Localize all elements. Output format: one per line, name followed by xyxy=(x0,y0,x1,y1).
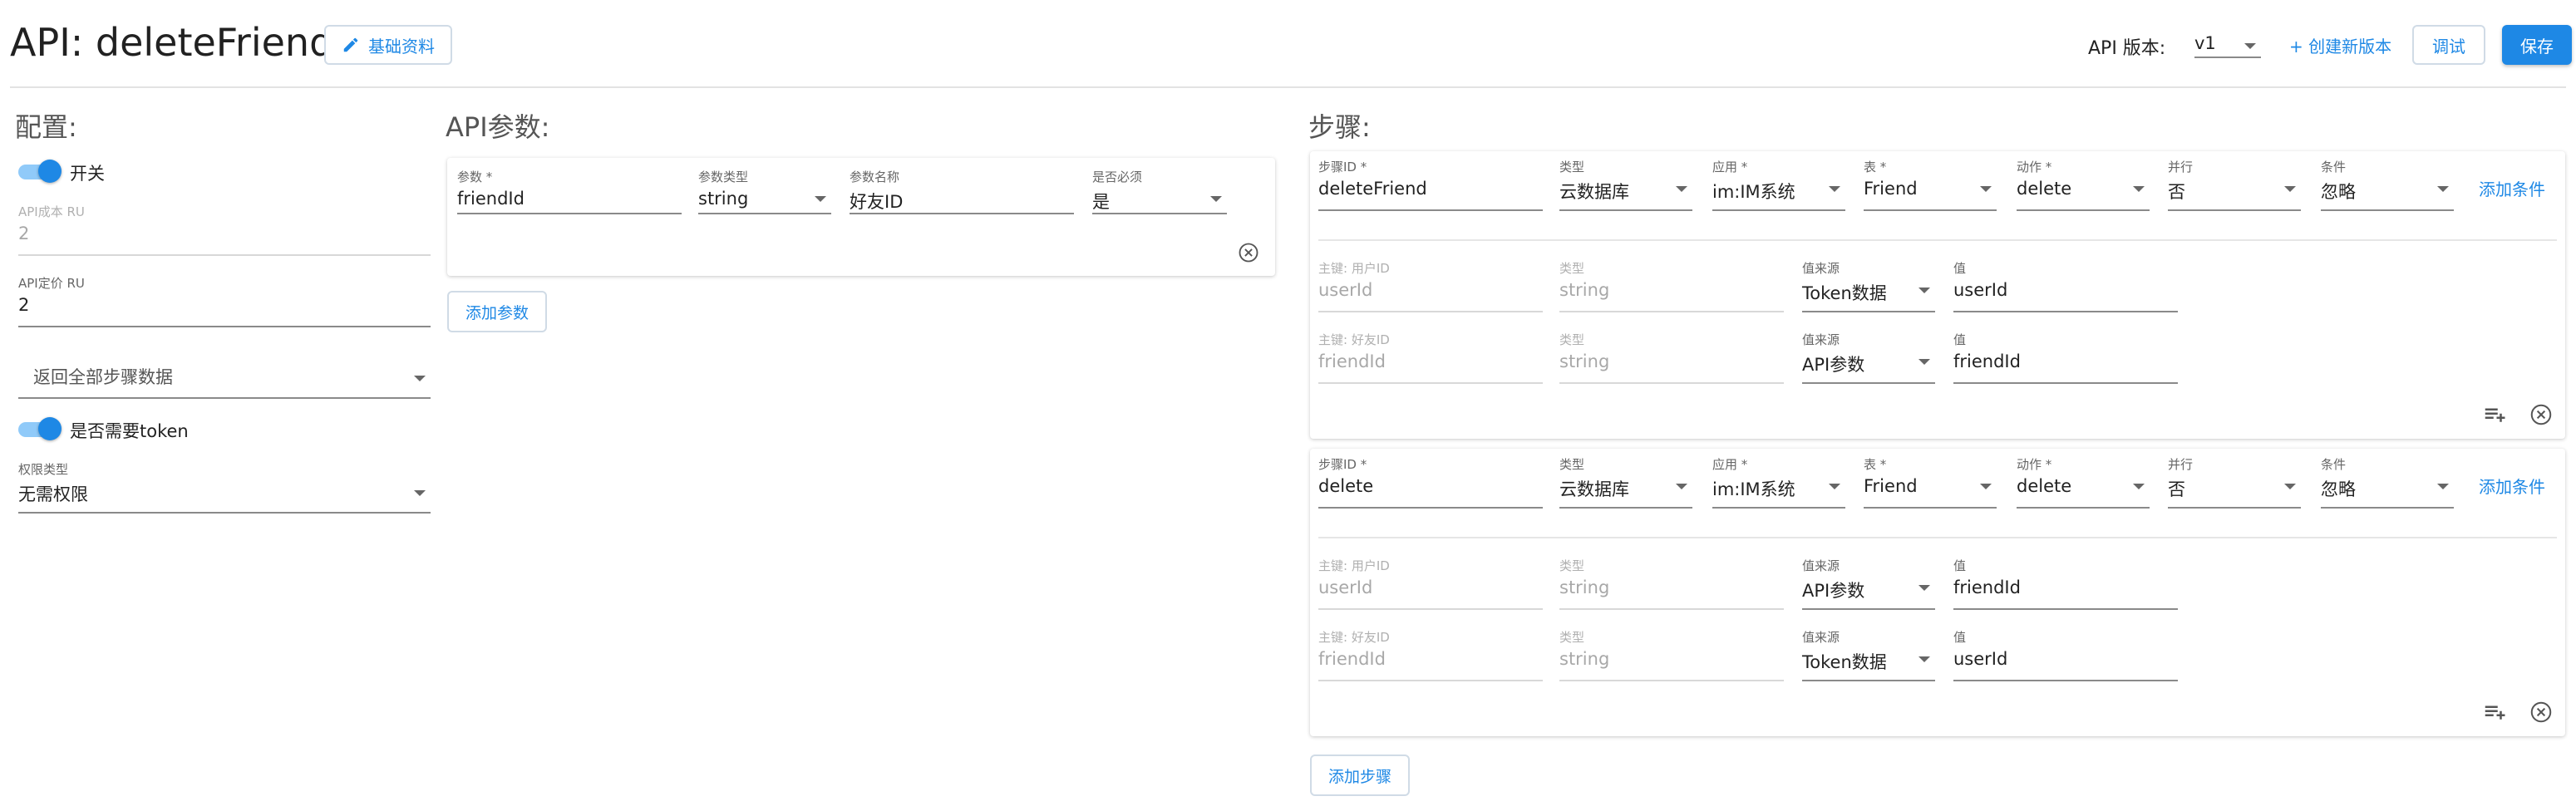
basic-info-button[interactable]: 基础资料 xyxy=(324,25,452,65)
step-divider xyxy=(1318,537,2557,538)
chevron-down-icon xyxy=(1980,186,1992,192)
step-action-select[interactable]: 动作 * delete xyxy=(2017,455,2150,509)
add-param-button[interactable]: 添加参数 xyxy=(447,291,547,332)
key-field: 主键: 好友ID friendId xyxy=(1318,628,1543,681)
value-source-select[interactable]: 值来源 Token数据 xyxy=(1802,259,1935,312)
value-field[interactable]: 值 userId xyxy=(1953,628,2178,681)
add-step-button[interactable]: 添加步骤 xyxy=(1310,754,1410,796)
key-type-field: 类型 string xyxy=(1559,628,1784,681)
chevron-down-icon xyxy=(2437,484,2449,489)
switch-toggle[interactable] xyxy=(18,160,62,183)
chevron-down-icon xyxy=(1210,196,1222,202)
chevron-down-icon xyxy=(1676,186,1687,192)
permission-select[interactable]: 权限类型 无需权限 xyxy=(18,460,431,514)
step-app-select[interactable]: 应用 * im:IM系统 xyxy=(1712,158,1845,211)
value-source-select[interactable]: 值来源 Token数据 xyxy=(1802,628,1935,681)
step-parallel-select[interactable]: 并行 否 xyxy=(2168,455,2301,509)
value-field[interactable]: 值 friendId xyxy=(1953,557,2178,610)
step-card: 步骤ID * deleteFriend 类型 云数据库 应用 * im:IM系统… xyxy=(1310,151,2565,439)
token-label: 是否需要token xyxy=(70,421,189,441)
switch-label: 开关 xyxy=(70,164,105,184)
chevron-down-icon xyxy=(1918,656,1930,662)
step-type-select[interactable]: 类型 云数据库 xyxy=(1559,158,1692,211)
chevron-down-icon xyxy=(1829,484,1840,489)
value-field[interactable]: 值 friendId xyxy=(1953,331,2178,384)
config-heading: 配置: xyxy=(15,111,77,143)
key-field: 主键: 用户ID userId xyxy=(1318,259,1543,312)
chevron-down-icon xyxy=(1918,585,1930,591)
param-key-field[interactable]: 参数 * friendId xyxy=(457,168,682,214)
value-source-select[interactable]: 值来源 API参数 xyxy=(1802,557,1935,610)
key-type-field: 类型 string xyxy=(1559,557,1784,610)
return-data-select[interactable]: 返回全部步骤数据 xyxy=(18,351,431,399)
chevron-down-icon xyxy=(1676,484,1687,489)
step-parallel-select[interactable]: 并行 否 xyxy=(2168,158,2301,211)
steps-heading: 步骤: xyxy=(1308,111,1371,143)
key-field: 主键: 好友ID friendId xyxy=(1318,331,1543,384)
step-id-field[interactable]: 步骤ID * delete xyxy=(1318,455,1543,509)
create-version-link[interactable]: + 创建新版本 xyxy=(2289,33,2391,57)
api-version-label: API 版本: xyxy=(2088,38,2166,59)
pencil-icon xyxy=(342,36,360,54)
playlist-add-icon[interactable] xyxy=(2482,402,2507,430)
step-condition-select[interactable]: 条件 忽略 xyxy=(2321,158,2454,211)
playlist-add-icon[interactable] xyxy=(2482,700,2507,728)
step-type-select[interactable]: 类型 云数据库 xyxy=(1559,455,1692,509)
chevron-down-icon xyxy=(1980,484,1992,489)
step-app-select[interactable]: 应用 * im:IM系统 xyxy=(1712,455,1845,509)
close-circle-icon[interactable] xyxy=(1237,241,1260,268)
param-card: 参数 * friendId 参数类型 string 参数名称 好友ID 是否必须… xyxy=(447,158,1275,276)
add-condition-link[interactable]: 添加条件 xyxy=(2479,474,2545,498)
chevron-down-icon xyxy=(2284,186,2296,192)
close-circle-icon[interactable] xyxy=(2529,402,2554,430)
header-divider xyxy=(10,86,2566,88)
chevron-down-icon xyxy=(414,490,426,496)
chevron-down-icon xyxy=(414,376,426,381)
step-table-select[interactable]: 表 * Friend xyxy=(1864,158,1997,211)
api-cost-field: API成本 RU 2 xyxy=(18,203,431,256)
chevron-down-icon xyxy=(2437,186,2449,192)
key-field: 主键: 用户ID userId xyxy=(1318,557,1543,610)
token-toggle[interactable] xyxy=(18,417,62,440)
chevron-down-icon xyxy=(1918,359,1930,365)
debug-button[interactable]: 调试 xyxy=(2412,25,2485,65)
save-button[interactable]: 保存 xyxy=(2502,25,2572,65)
close-circle-icon[interactable] xyxy=(2529,700,2554,728)
param-required-select[interactable]: 是否必须 是 xyxy=(1092,168,1227,214)
chevron-down-icon xyxy=(1829,186,1840,192)
param-type-select[interactable]: 参数类型 string xyxy=(698,168,831,214)
basic-info-label: 基础资料 xyxy=(368,36,435,57)
value-source-select[interactable]: 值来源 API参数 xyxy=(1802,331,1935,384)
api-version-value: v1 xyxy=(2194,33,2216,53)
chevron-down-icon xyxy=(815,196,826,202)
add-condition-link[interactable]: 添加条件 xyxy=(2479,176,2545,200)
step-id-field[interactable]: 步骤ID * deleteFriend xyxy=(1318,158,1543,211)
chevron-down-icon xyxy=(1918,288,1930,293)
api-price-field[interactable]: API定价 RU 2 xyxy=(18,274,431,327)
chevron-down-icon xyxy=(2244,43,2256,49)
param-name-field[interactable]: 参数名称 好友ID xyxy=(850,168,1074,214)
step-card: 步骤ID * delete 类型 云数据库 应用 * im:IM系统 表 * F… xyxy=(1310,449,2565,736)
params-heading: API参数: xyxy=(446,111,550,143)
page-title: API: deleteFriend xyxy=(10,20,334,65)
step-table-select[interactable]: 表 * Friend xyxy=(1864,455,1997,509)
chevron-down-icon xyxy=(2133,186,2145,192)
step-divider xyxy=(1318,239,2557,241)
step-action-select[interactable]: 动作 * delete xyxy=(2017,158,2150,211)
key-type-field: 类型 string xyxy=(1559,259,1784,312)
step-condition-select[interactable]: 条件 忽略 xyxy=(2321,455,2454,509)
chevron-down-icon xyxy=(2284,484,2296,489)
value-field[interactable]: 值 userId xyxy=(1953,259,2178,312)
chevron-down-icon xyxy=(2133,484,2145,489)
key-type-field: 类型 string xyxy=(1559,331,1784,384)
api-version-select[interactable]: v1 xyxy=(2194,13,2261,58)
